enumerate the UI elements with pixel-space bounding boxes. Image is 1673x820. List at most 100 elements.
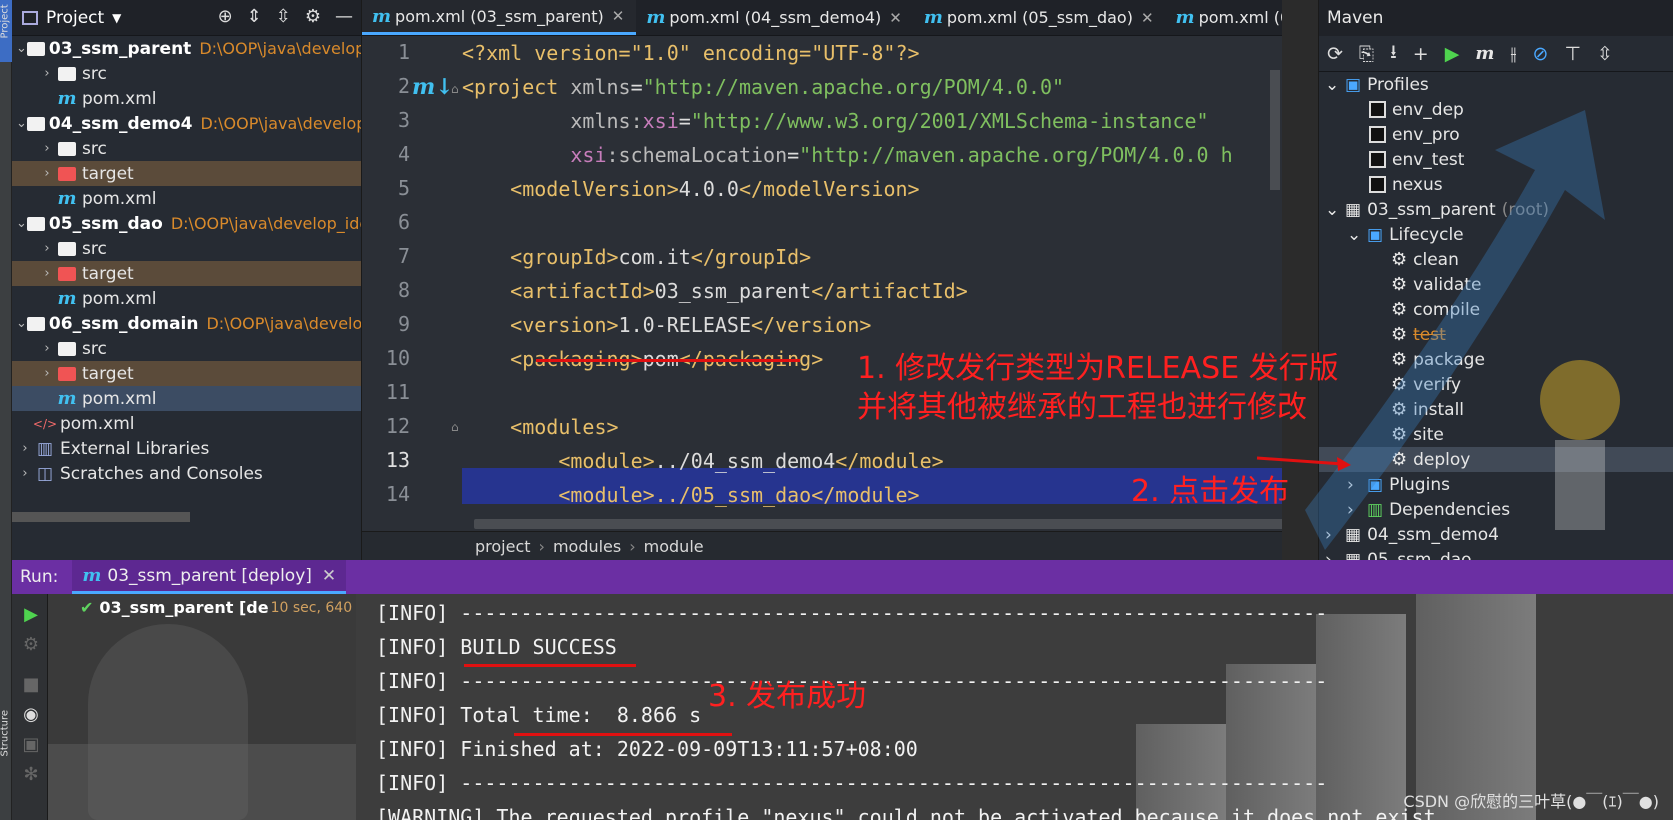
run-console[interactable]: [INFO] ---------------------------------… [356,594,1673,820]
chevron-down-icon[interactable]: ⌄ [16,116,27,131]
project-tree-item[interactable]: ⌄ 03_ssm_parent D:\OOP\java\develop_ [12,36,361,61]
debug-icon[interactable]: ⚙ [20,634,42,655]
project-tree-item[interactable]: m pom.xml [12,286,361,311]
project-tree-item[interactable]: › target [12,361,361,386]
lifecycle-goal-validate[interactable]: ⚙ validate [1319,272,1673,297]
project-hscrollbar[interactable] [12,512,190,522]
project-tree-item[interactable]: › src [12,236,361,261]
lifecycle-goal-test[interactable]: ⚙ test [1319,322,1673,347]
collapse-all-icon[interactable]: ⇳ [276,6,291,27]
project-tree-item[interactable]: › target [12,161,361,186]
editor-tab[interactable]: m pom.xml (03_ssm_parent) ✕ [362,0,637,35]
maven-dependencies-node[interactable]: › ▥ Dependencies [1319,497,1673,522]
profile-checkbox[interactable] [1369,101,1386,118]
profile-checkbox[interactable] [1369,126,1386,143]
add-icon[interactable]: + [1413,43,1429,65]
download-icon[interactable]: ⭳ [1390,38,1397,70]
maven-lifecycle-node[interactable]: ⌄ ▣ Lifecycle [1319,222,1673,247]
rerun-icon[interactable]: ▶ [20,604,42,625]
chevron-right-icon[interactable]: › [38,366,56,381]
lifecycle-goal-package[interactable]: ⚙ package [1319,347,1673,372]
maven-profile-item[interactable]: env_test [1319,147,1673,172]
maven-project-node[interactable]: › ▦ 05_ssm_dao [1319,547,1673,561]
chevron-down-icon[interactable]: ⌄ [16,216,27,231]
editor-tab[interactable]: mpom.xml (06_ssm_do [1166,0,1282,35]
lifecycle-goal-deploy[interactable]: ⚙ deploy [1319,447,1673,472]
maven-reload-icon[interactable]: m↓ [412,74,454,100]
profile-checkbox[interactable] [1369,176,1386,193]
chevron-right-icon[interactable]: › [38,266,56,281]
generate-sources-icon[interactable]: ⎘ [1359,43,1374,65]
maven-plugins-node[interactable]: › ▣ Plugins [1319,472,1673,497]
camera-icon[interactable]: ▣ [20,734,42,755]
project-tree-item[interactable]: ⌄ 06_ssm_domain D:\OOP\java\develop [12,311,361,336]
expand-all-icon[interactable]: ⇕ [247,6,262,27]
editor-hscrollbar[interactable] [474,519,1282,529]
close-icon[interactable]: ✕ [612,7,625,25]
breadcrumb-item[interactable]: modules [553,537,621,556]
project-tree-item[interactable]: › src [12,61,361,86]
structure-stripe-label[interactable]: Structure [0,710,11,757]
stop-icon[interactable]: ■ [20,674,42,695]
chevron-right-icon[interactable]: › [38,341,56,356]
chevron-right-icon[interactable]: › [1347,500,1363,520]
editor-tab[interactable]: m pom.xml (05_ssm_dao) ✕ [914,0,1166,35]
chevron-down-icon[interactable]: ⌄ [16,316,27,331]
skip-tests-icon[interactable]: ⊘ [1533,43,1549,65]
locate-icon[interactable]: ⊕ [218,6,233,27]
close-icon[interactable]: ✕ [1141,9,1154,27]
chevron-down-icon[interactable]: ▼ [112,11,121,25]
chevron-right-icon[interactable]: › [38,241,56,256]
code-editor[interactable]: <?xml version="1.0" encoding="UTF-8"?> <… [462,36,1282,531]
chevron-right-icon[interactable]: › [38,141,56,156]
project-tree-item[interactable]: › src [12,136,361,161]
close-icon[interactable]: ✕ [322,566,336,586]
project-tree-item[interactable]: ⌄ 05_ssm_dao D:\OOP\java\develop_ide [12,211,361,236]
editor-vscrollbar[interactable] [1270,70,1280,190]
maven-project-node[interactable]: ⌄ ▦ 03_ssm_parent (root) [1319,197,1673,222]
maven-project-node[interactable]: › ▦ 04_ssm_demo4 [1319,522,1673,547]
project-tree-item[interactable]: m pom.xml [12,386,361,411]
close-icon[interactable]: ✕ [889,9,902,27]
project-tree-item[interactable]: m pom.xml [12,186,361,211]
chevron-down-icon[interactable]: ⌄ [1347,225,1363,245]
chevron-right-icon[interactable]: › [1325,525,1341,545]
execute-goal-icon[interactable]: m [1475,43,1494,64]
run-icon[interactable]: ▶ [1445,43,1460,65]
toggle-offline-icon[interactable]: ⫲ [1510,43,1516,65]
chevron-right-icon[interactable]: › [16,466,34,481]
lifecycle-goal-compile[interactable]: ⚙ compile [1319,297,1673,322]
minimize-icon[interactable]: — [335,6,353,27]
project-tree-item[interactable]: › src [12,336,361,361]
editor-tab[interactable]: m pom.xml (04_ssm_demo4) ✕ [636,0,913,35]
maven-profile-item[interactable]: nexus [1319,172,1673,197]
settings-icon[interactable]: ✻ [20,764,42,785]
collapse-icon[interactable]: ⇳ [1597,43,1613,65]
fold-icon[interactable]: ⌂ [451,420,459,434]
fold-icon[interactable]: ⌂ [451,82,459,96]
show-dependencies-icon[interactable]: ⊤ [1564,43,1581,65]
maven-profile-item[interactable]: env_dep [1319,97,1673,122]
lifecycle-goal-site[interactable]: ⚙ site [1319,422,1673,447]
eye-icon[interactable]: ◉ [20,704,42,725]
chevron-down-icon[interactable]: ⌄ [16,41,27,56]
chevron-down-icon[interactable]: ⌄ [1325,200,1341,220]
project-view-selector[interactable]: Project [46,8,104,28]
project-tree-item[interactable]: › target [12,261,361,286]
lifecycle-goal-install[interactable]: ⚙ install [1319,397,1673,422]
project-tree-item[interactable]: </> pom.xml [12,411,361,436]
project-tree-item[interactable]: › ▥ External Libraries [12,436,361,461]
run-tab[interactable]: m 03_ssm_parent [deploy] ✕ [72,560,347,594]
reload-icon[interactable]: ⟳ [1327,43,1343,65]
maven-profile-item[interactable]: env_pro [1319,122,1673,147]
project-tree-item[interactable]: m pom.xml [12,86,361,111]
chevron-right-icon[interactable]: › [1325,550,1341,561]
chevron-right-icon[interactable]: › [38,166,56,181]
project-stripe-label[interactable]: Project [0,4,11,38]
chevron-right-icon[interactable]: › [16,441,34,456]
lifecycle-goal-verify[interactable]: ⚙ verify [1319,372,1673,397]
gear-icon[interactable]: ⚙ [305,6,321,27]
run-tab-label[interactable]: 03_ssm_parent [deploy] [107,566,312,586]
chevron-right-icon[interactable]: › [38,66,56,81]
project-tree-item[interactable]: › ◫ Scratches and Consoles [12,461,361,486]
